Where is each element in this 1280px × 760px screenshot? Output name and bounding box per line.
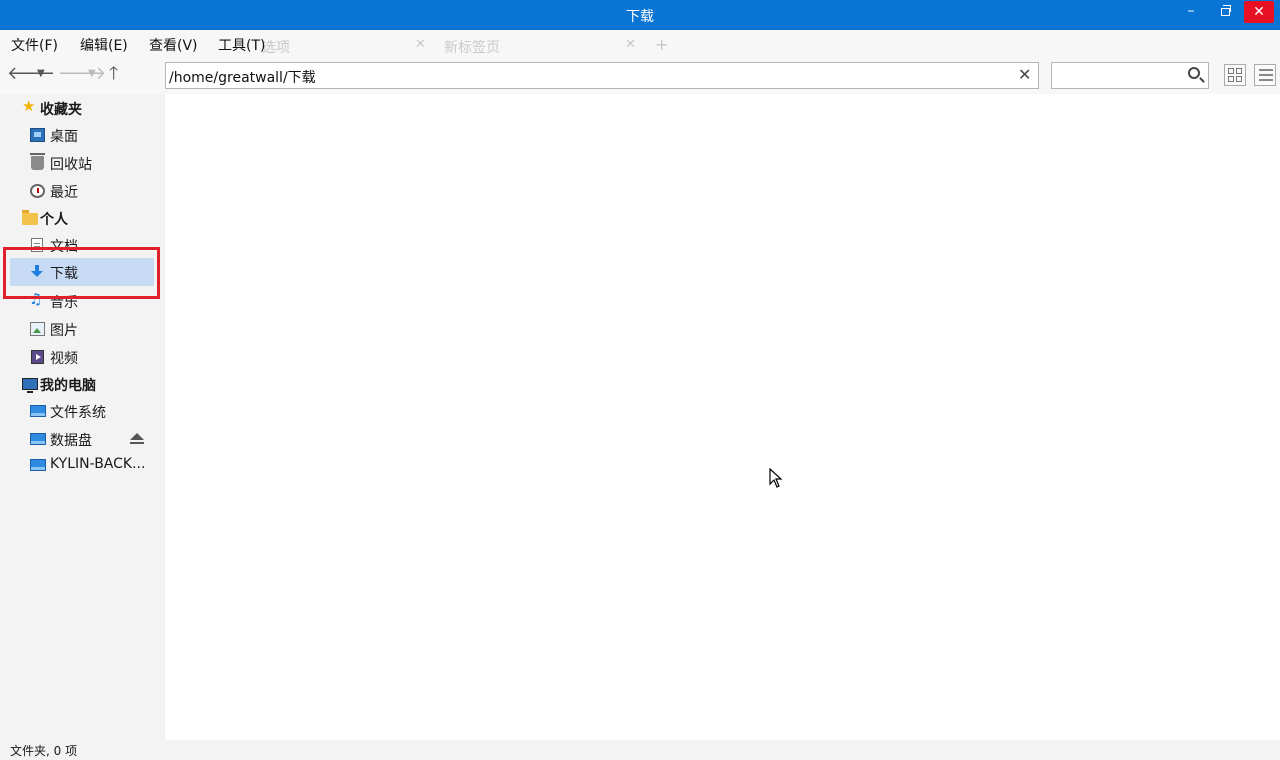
grid-icon: [1236, 76, 1242, 82]
clear-icon[interactable]: ✕: [1018, 65, 1031, 84]
sidebar-item-trash[interactable]: 回收站: [0, 149, 165, 177]
minimize-button[interactable]: –: [1176, 0, 1206, 24]
sidebar-item-filesystem[interactable]: 文件系统: [0, 397, 165, 425]
background-tab-label: 选项: [262, 40, 290, 56]
sidebar-item-label: 回收站: [50, 157, 92, 173]
sidebar-item-label: KYLIN-BACK...: [50, 456, 146, 472]
file-view-area[interactable]: [165, 94, 1280, 740]
list-line-icon: [1259, 74, 1273, 76]
sidebar-group-label: 收藏夹: [40, 102, 82, 118]
sidebar-group-label: 个人: [40, 212, 68, 228]
sidebar-group-computer[interactable]: 我的电脑: [0, 370, 165, 398]
trash-icon: [30, 153, 45, 170]
search-input[interactable]: [1051, 62, 1209, 89]
detail-view-button[interactable]: [1254, 64, 1276, 86]
star-icon: ★: [22, 97, 36, 115]
maximize-button[interactable]: [1210, 0, 1240, 24]
status-bar: 文件夹, 0 项: [0, 740, 1280, 760]
sidebar-item-data-disk[interactable]: 数据盘: [0, 425, 165, 453]
image-icon: [30, 322, 45, 336]
close-button[interactable]: ✕: [1244, 1, 1274, 23]
sidebar-item-recent[interactable]: 最近: [0, 177, 165, 205]
sidebar-item-label: 文件系统: [50, 405, 106, 421]
ghost-close-icon: ✕: [415, 37, 426, 52]
drive-icon: [30, 433, 46, 445]
back-dropdown-icon[interactable]: ▼: [37, 68, 45, 79]
drive-icon: [30, 459, 46, 471]
sidebar-item-label: 最近: [50, 185, 78, 201]
forward-dropdown-icon[interactable]: ▼: [88, 68, 96, 79]
list-line-icon: [1259, 79, 1273, 81]
restore-icon: [1220, 5, 1231, 16]
sidebar-item-label: 数据盘: [50, 433, 92, 449]
path-input[interactable]: /home/greatwall/下载: [165, 62, 1039, 89]
sidebar-item-label: 视频: [50, 351, 78, 367]
eject-icon[interactable]: [129, 433, 145, 447]
up-icon[interactable]: 🡑: [109, 64, 118, 84]
back-icon[interactable]: 🡐: [7, 64, 55, 84]
clock-icon: [30, 184, 45, 198]
icon-view-button[interactable]: [1224, 64, 1246, 86]
computer-icon: [22, 378, 38, 393]
ghost-add-tab-icon: +: [655, 35, 669, 54]
menu-tools[interactable]: 工具(T): [218, 35, 265, 55]
menu-edit[interactable]: 编辑(E): [80, 35, 128, 55]
ghost-close-icon: ✕: [625, 37, 636, 52]
status-text: 文件夹, 0 项: [10, 744, 78, 758]
grid-icon: [1228, 76, 1234, 82]
toolbar: 🡐 ▼ 🡒 ▼ 🡑 /home/greatwall/下载 ✕: [0, 58, 1280, 94]
drive-icon: [30, 405, 46, 417]
menu-file[interactable]: 文件(F): [11, 35, 58, 55]
sidebar-item-desktop[interactable]: 桌面: [0, 121, 165, 149]
video-icon: [31, 350, 44, 364]
folder-icon: [22, 210, 38, 225]
sidebar-item-label: 图片: [50, 323, 78, 339]
background-tab-label: 新标签页: [444, 40, 500, 56]
sidebar: ★ 收藏夹 桌面 回收站 最近 个人 文档 下载 ♫ 音乐 图片 视频 我的电脑…: [0, 94, 165, 740]
sidebar-group-personal[interactable]: 个人: [0, 204, 165, 232]
title-bar: 下载 – ✕: [0, 0, 1280, 30]
sidebar-group-favorites[interactable]: ★ 收藏夹: [0, 94, 165, 122]
window-title: 下载: [626, 9, 654, 25]
sidebar-item-videos[interactable]: 视频: [0, 343, 165, 371]
highlight-box: [3, 247, 160, 299]
menu-view[interactable]: 查看(V): [149, 35, 198, 55]
grid-icon: [1236, 68, 1242, 74]
list-line-icon: [1259, 69, 1273, 71]
menu-bar: 选项 ✕ 新标签页 ✕ + 文件(F) 编辑(E) 查看(V) 工具(T): [0, 30, 1280, 58]
search-icon[interactable]: [1188, 67, 1200, 79]
sidebar-item-kylin-backup[interactable]: KYLIN-BACK...: [0, 451, 165, 479]
sidebar-group-label: 我的电脑: [40, 378, 96, 394]
forward-icon[interactable]: 🡒: [58, 64, 106, 84]
grid-icon: [1228, 68, 1234, 74]
sidebar-item-label: 桌面: [50, 129, 78, 145]
desktop-icon: [30, 128, 45, 142]
sidebar-item-pictures[interactable]: 图片: [0, 315, 165, 343]
